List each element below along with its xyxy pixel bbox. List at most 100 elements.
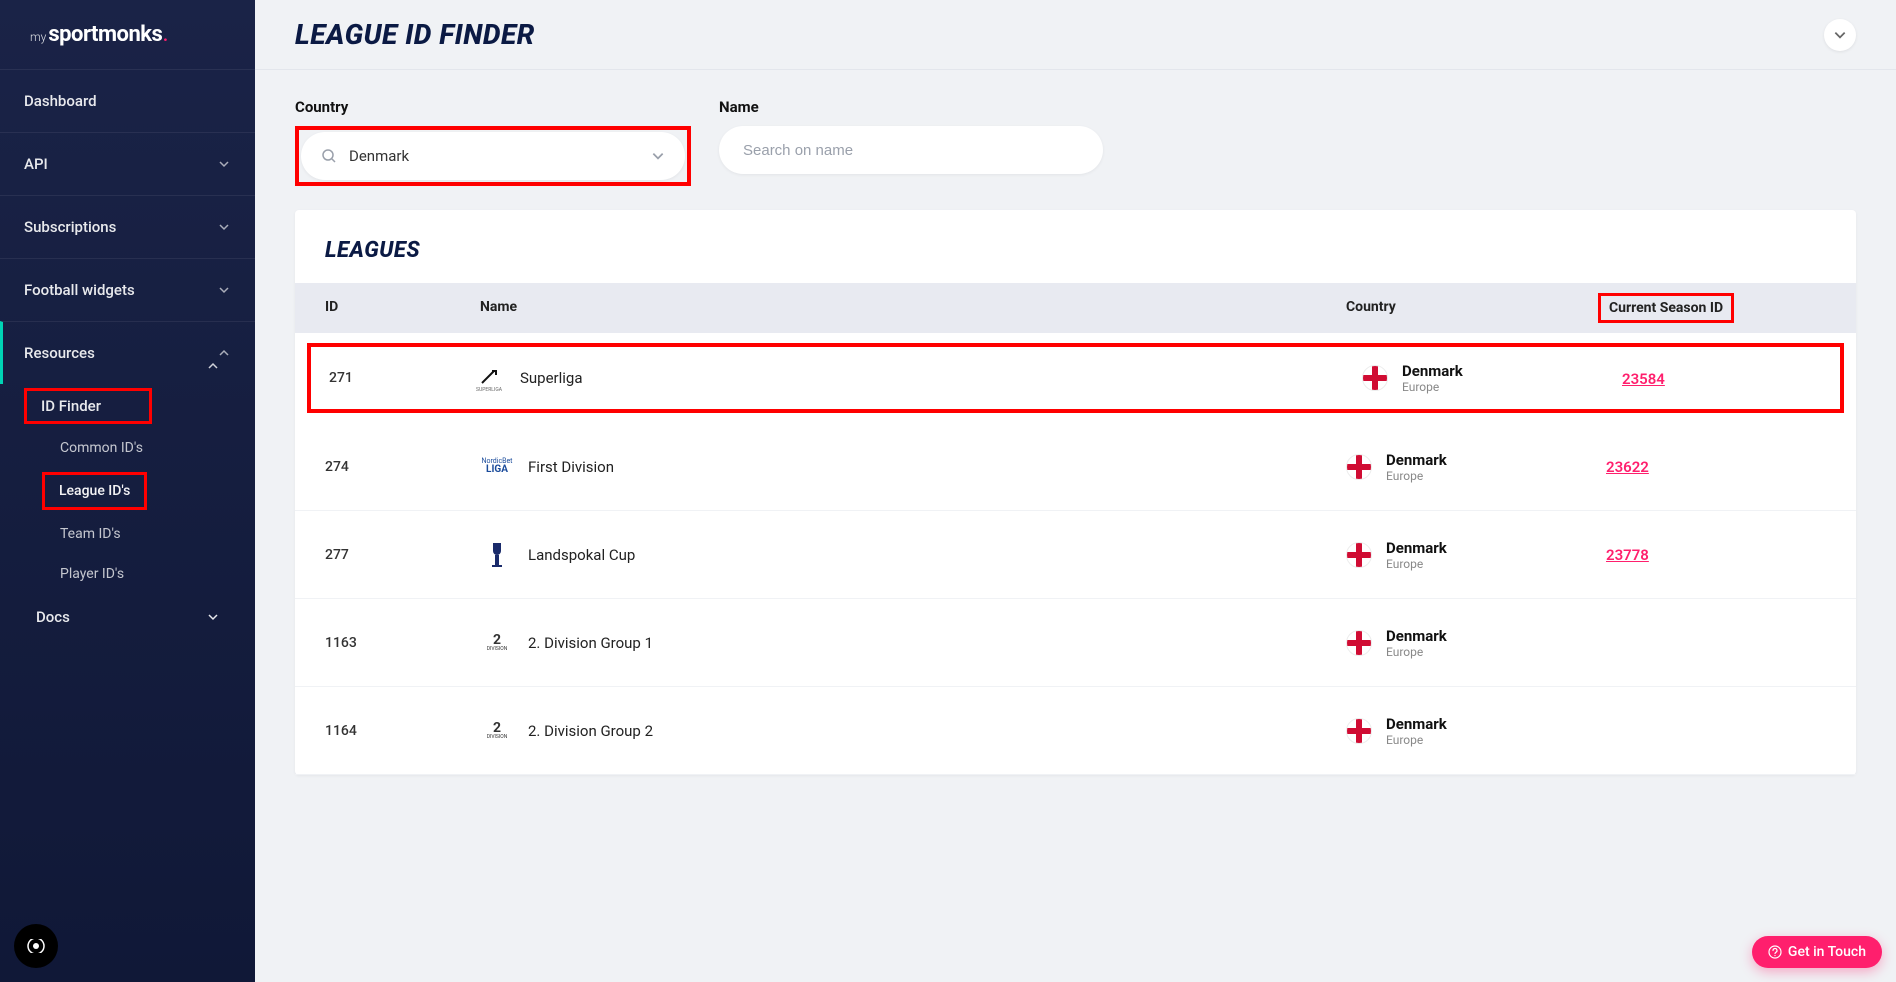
- league-name: 2. Division Group 2: [528, 722, 653, 740]
- table-body: 271SUPERLIGASuperligaDenmarkEurope235842…: [295, 343, 1856, 775]
- cell-id: 277: [325, 547, 480, 563]
- league-logo-icon: [480, 538, 514, 572]
- sidebar-item-league-ids[interactable]: League ID's: [42, 472, 147, 510]
- sidebar-item-label: ID Finder: [41, 397, 101, 415]
- page-title: LEAGUE ID FINDER: [295, 18, 535, 51]
- get-in-touch-label: Get in Touch: [1788, 944, 1866, 960]
- sidebar-item-player-ids[interactable]: Player ID's: [0, 554, 255, 594]
- sidebar-item-docs[interactable]: Docs: [0, 594, 255, 640]
- cell-country: DenmarkEurope: [1346, 715, 1606, 747]
- country-name: Denmark: [1386, 715, 1447, 733]
- logo-prefix: my: [30, 30, 46, 44]
- chevron-up-icon: [217, 346, 231, 360]
- league-logo-icon: 2DIVISION: [480, 714, 514, 748]
- sidebar-item-subscriptions[interactable]: Subscriptions: [0, 195, 255, 258]
- country-region: Europe: [1386, 469, 1447, 483]
- league-name: First Division: [528, 458, 614, 476]
- sidebar-item-label: Dashboard: [24, 92, 97, 110]
- sidebar-subgroup-resources: ID Finder Common ID's League ID's Team I…: [0, 388, 255, 650]
- cell-id: 1163: [325, 635, 480, 651]
- country-name: Denmark: [1402, 362, 1463, 380]
- chevron-down-icon: [651, 149, 665, 163]
- sidebar-item-football-widgets[interactable]: Football widgets: [0, 258, 255, 321]
- table-row[interactable]: 11642DIVISION2. Division Group 2DenmarkE…: [295, 687, 1856, 775]
- cell-name: 2DIVISION 2. Division Group 1: [480, 626, 1346, 660]
- accessibility-button[interactable]: [14, 924, 58, 968]
- country-region: Europe: [1386, 733, 1447, 747]
- get-in-touch-button[interactable]: Get in Touch: [1752, 936, 1882, 968]
- sidebar-item-label: Resources: [24, 344, 95, 362]
- cell-name: NordicBetLIGA First Division: [480, 450, 1346, 484]
- svg-text:SUPERLIGA: SUPERLIGA: [476, 387, 503, 393]
- header-name: Name: [480, 299, 1346, 317]
- league-name: Landspokal Cup: [528, 546, 635, 564]
- sidebar-item-resources[interactable]: Resources: [0, 321, 255, 384]
- cell-id: 271: [329, 370, 472, 386]
- season-id-link[interactable]: 23584: [1622, 370, 1665, 388]
- country-name: Denmark: [1386, 627, 1447, 645]
- filters: Country Denmark Name: [255, 70, 1896, 210]
- flag-icon: [1347, 543, 1371, 567]
- table-row[interactable]: 11632DIVISION 2. Division Group 1 DenmarkE…: [295, 599, 1856, 687]
- table-title: LEAGUES: [295, 210, 1856, 283]
- search-icon: [321, 148, 337, 164]
- league-logo-icon: 2DIVISION: [480, 626, 514, 660]
- sidebar-item-label: Team ID's: [60, 526, 121, 542]
- name-filter-label: Name: [719, 98, 1103, 116]
- league-logo-icon: SUPERLIGA: [472, 361, 506, 395]
- collapse-button[interactable]: [1824, 19, 1856, 51]
- country-name: Denmark: [1386, 451, 1447, 469]
- country-region: Europe: [1386, 557, 1447, 571]
- flag-icon: [1363, 366, 1387, 390]
- sidebar-item-label: Player ID's: [60, 566, 124, 582]
- league-name: Superliga: [520, 369, 583, 387]
- chevron-up-icon: [207, 360, 219, 372]
- sidebar-item-dashboard[interactable]: Dashboard: [0, 69, 255, 132]
- cell-season: 23778: [1606, 545, 1826, 564]
- leagues-table: LEAGUES ID Name Country Current Season I…: [295, 210, 1856, 775]
- help-icon: [1768, 945, 1782, 959]
- table-header: ID Name Country Current Season ID: [295, 283, 1856, 333]
- country-region: Europe: [1402, 380, 1463, 394]
- cell-id: 274: [325, 459, 480, 475]
- header-season: Current Season ID: [1598, 293, 1734, 323]
- season-id-link[interactable]: 23622: [1606, 458, 1649, 476]
- cell-country: DenmarkEurope: [1346, 539, 1606, 571]
- sidebar-item-api[interactable]: API: [0, 132, 255, 195]
- cell-name: Landspokal Cup: [480, 538, 1346, 572]
- chevron-down-icon: [217, 220, 231, 234]
- table-row[interactable]: 277 Landspokal Cup DenmarkEurope23778: [295, 511, 1856, 599]
- cell-country: DenmarkEurope: [1346, 627, 1606, 659]
- sidebar-item-common-ids[interactable]: Common ID's: [0, 428, 255, 468]
- sidebar-item-id-finder[interactable]: ID Finder: [24, 388, 152, 424]
- flag-icon: [1347, 455, 1371, 479]
- country-select[interactable]: Denmark: [301, 132, 685, 180]
- accessibility-icon: [25, 939, 47, 953]
- header-id: ID: [325, 299, 480, 317]
- sidebar-item-team-ids[interactable]: Team ID's: [0, 514, 255, 554]
- chevron-down-icon: [207, 611, 219, 623]
- league-name: 2. Division Group 1: [528, 634, 653, 652]
- page-header: LEAGUE ID FINDER: [255, 0, 1896, 70]
- league-logo-icon: NordicBetLIGA: [480, 450, 514, 484]
- table-row[interactable]: 274NordicBetLIGA First Division DenmarkEur…: [295, 423, 1856, 511]
- sidebar-item-label: Common ID's: [60, 440, 143, 456]
- sidebar-item-label: League ID's: [59, 483, 130, 499]
- main-content: LEAGUE ID FINDER Country Denmark Name: [255, 0, 1896, 982]
- sidebar-item-label: Football widgets: [24, 281, 135, 299]
- header-country: Country: [1346, 299, 1606, 317]
- cell-season: 23584: [1622, 369, 1822, 388]
- table-row[interactable]: 271SUPERLIGASuperligaDenmarkEurope23584: [311, 347, 1840, 409]
- name-search-input[interactable]: [719, 126, 1103, 174]
- country-select-value: Denmark: [349, 147, 651, 165]
- chevron-down-icon: [1833, 28, 1847, 42]
- country-region: Europe: [1386, 645, 1447, 659]
- logo[interactable]: my sportmonks .: [0, 0, 255, 69]
- cell-country: DenmarkEurope: [1346, 451, 1606, 483]
- header-season-wrap: Current Season ID: [1606, 299, 1826, 317]
- sidebar-item-label: Docs: [36, 608, 70, 626]
- cell-country: DenmarkEurope: [1362, 362, 1622, 394]
- country-filter-label: Country: [295, 98, 691, 116]
- season-id-link[interactable]: 23778: [1606, 546, 1649, 564]
- logo-main: sportmonks: [48, 22, 162, 47]
